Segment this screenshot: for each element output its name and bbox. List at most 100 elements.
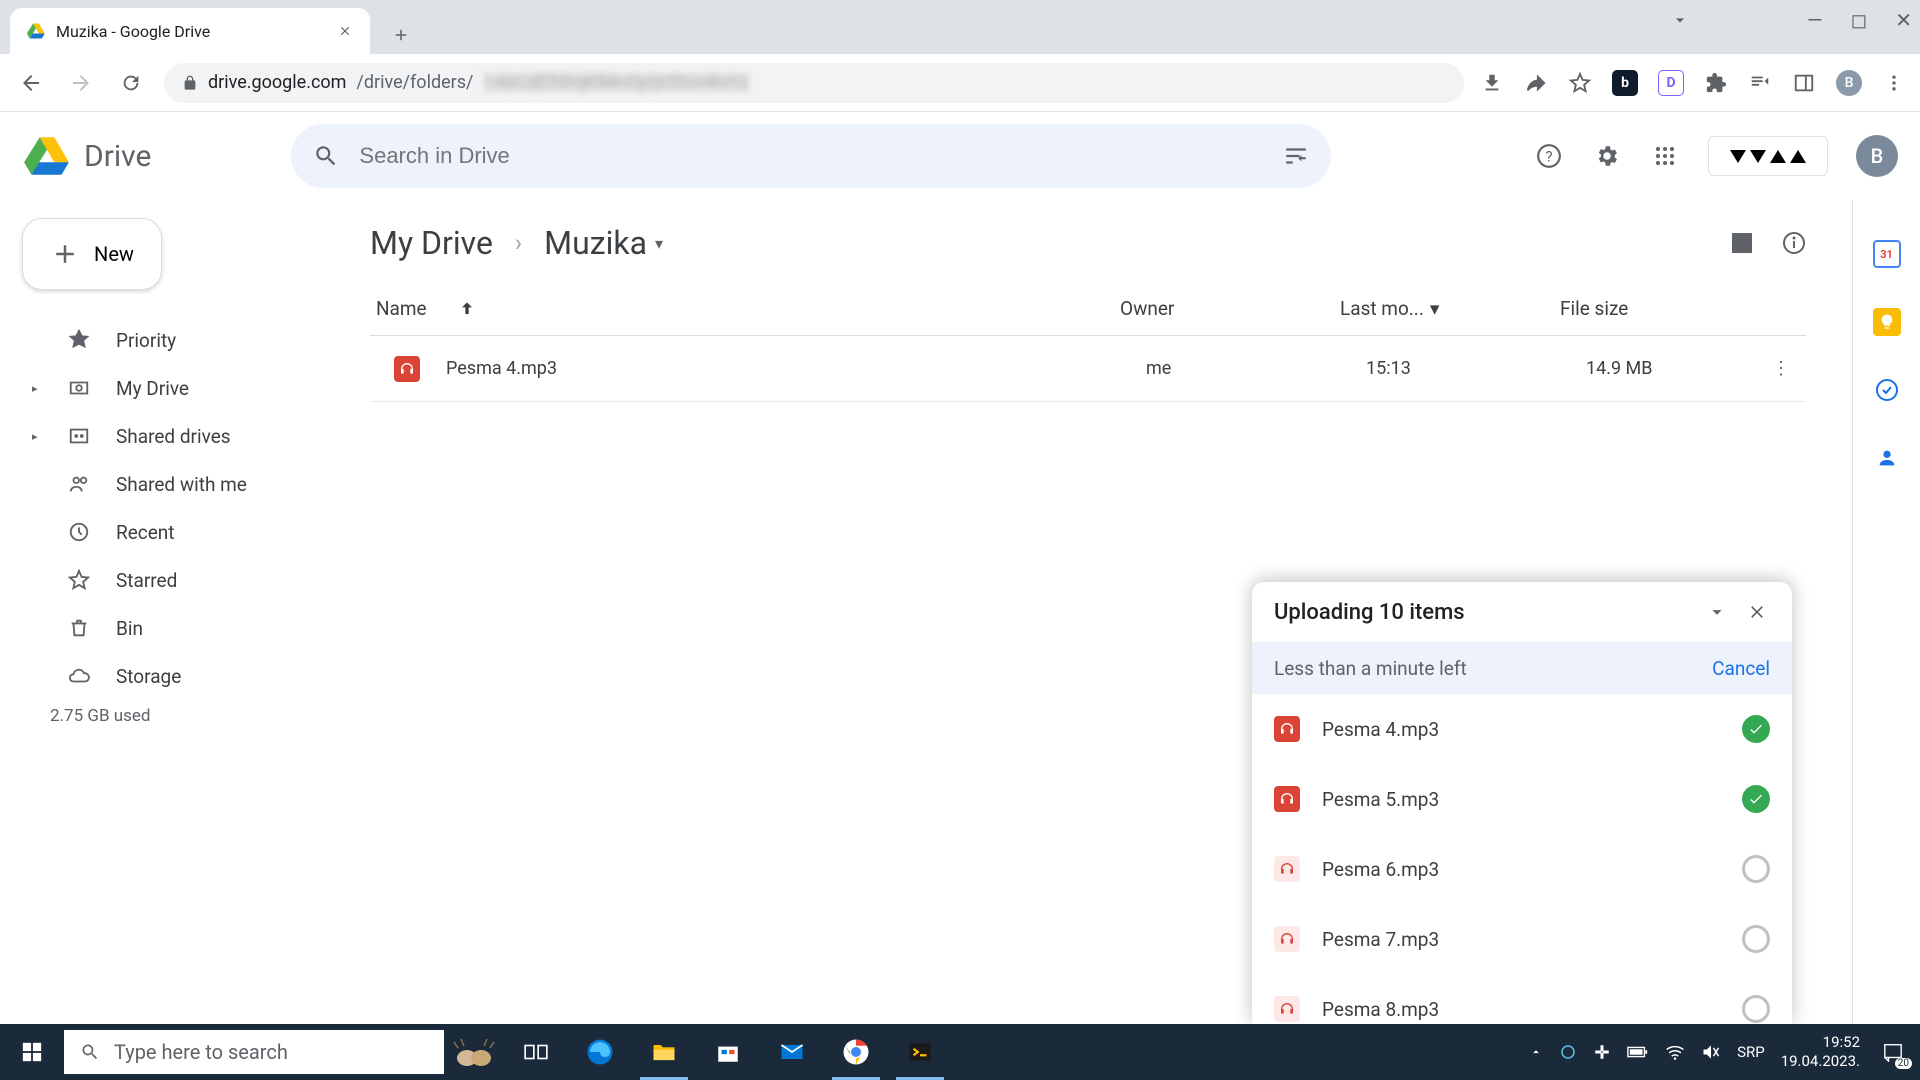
tray-volume-icon[interactable] [1701,1043,1721,1061]
contacts-addon-icon[interactable] [1873,444,1901,472]
sidebar-item-recent[interactable]: Recent [16,508,344,556]
recent-icon [66,521,92,543]
taskbar-terminal-icon[interactable] [888,1024,952,1080]
settings-gear-icon[interactable] [1592,141,1622,171]
reading-list-icon[interactable] [1748,71,1772,95]
tray-battery-icon[interactable] [1627,1045,1649,1059]
breadcrumb-root[interactable]: My Drive [370,224,493,262]
drive-favicon-icon [26,21,46,41]
nav-forward-icon [64,66,98,100]
taskbar-store-icon[interactable] [696,1024,760,1080]
taskbar-search-placeholder: Type here to search [114,1040,288,1064]
tabs-dropdown-icon[interactable] [1670,10,1690,30]
taskbar-search[interactable]: Type here to search [64,1030,444,1074]
upload-item[interactable]: Pesma 8.mp3 [1252,974,1792,1024]
keep-addon-icon[interactable] [1873,308,1901,336]
sidebar-item-storage[interactable]: Storage [16,652,344,700]
taskbar-edge-icon[interactable] [568,1024,632,1080]
sidebar-item-shared-with-me[interactable]: Shared with me [16,460,344,508]
upload-item[interactable]: Pesma 4.mp3 [1252,694,1792,764]
tab-close-icon[interactable] [336,22,354,40]
taskbar-explorer-icon[interactable] [632,1024,696,1080]
tray-sync-icon[interactable] [1559,1043,1577,1061]
bookmark-star-icon[interactable] [1568,71,1592,95]
task-view-icon[interactable] [504,1024,568,1080]
upload-success-icon [1742,715,1770,743]
taskbar-mail-icon[interactable] [760,1024,824,1080]
extensions-puzzle-icon[interactable] [1704,71,1728,95]
chrome-menu-icon[interactable] [1882,71,1906,95]
tray-slack-icon[interactable] [1593,1043,1611,1061]
expand-icon[interactable]: ▸ [32,382,42,395]
upload-eta: Less than a minute left [1274,657,1467,680]
browser-tab[interactable]: Muzika - Google Drive [10,8,370,54]
sidebar-item-bin[interactable]: Bin [16,604,344,652]
plus-icon [50,239,80,269]
search-bar[interactable] [291,124,1331,188]
tray-time: 19:52 [1781,1033,1860,1053]
google-account-avatar[interactable]: B [1856,135,1898,177]
upload-cancel-button[interactable]: Cancel [1712,657,1770,680]
extension-b-icon[interactable]: b [1612,70,1638,96]
col-size-label[interactable]: File size [1560,297,1730,320]
list-header: Name Owner Last mo... ▾ File size [370,282,1806,336]
expand-icon[interactable]: ▸ [32,430,42,443]
grid-view-icon[interactable] [1730,231,1754,255]
nav-label: Starred [116,569,177,592]
sort-arrow-icon[interactable] [457,299,477,319]
search-options-icon[interactable] [1283,143,1309,169]
share-icon[interactable] [1524,71,1548,95]
tasks-addon-icon[interactable] [1873,376,1901,404]
window-close-icon[interactable]: ✕ [1895,8,1912,32]
tray-language[interactable]: SRP [1737,1043,1765,1061]
breadcrumb-current-label: Muzika [544,224,647,262]
support-icon[interactable]: ? [1534,141,1564,171]
sidebar-item-starred[interactable]: Starred [16,556,344,604]
col-modified-label[interactable]: Last mo... [1340,297,1424,320]
upload-item[interactable]: Pesma 7.mp3 [1252,904,1792,974]
search-input[interactable] [359,143,1263,169]
chevron-down-icon[interactable]: ▾ [1430,297,1440,320]
upload-close-icon[interactable] [1744,602,1770,622]
drive-logo[interactable]: Drive [22,131,151,181]
sidebar-item-shared-drives[interactable]: ▸ Shared drives [16,412,344,460]
upload-minimize-icon[interactable] [1704,601,1730,623]
tray-notifications-icon[interactable]: 20 [1876,1037,1910,1067]
new-tab-button[interactable] [382,16,420,54]
tray-datetime[interactable]: 19:52 19.04.2023. [1781,1033,1860,1072]
sidebar-item-my-drive[interactable]: ▸ My Drive [16,364,344,412]
tray-wifi-icon[interactable] [1665,1044,1685,1060]
install-app-icon[interactable] [1480,71,1504,95]
taskbar-chrome-icon[interactable] [824,1024,888,1080]
file-owner: me [1146,358,1366,379]
chevron-right-icon: › [515,229,522,257]
upload-item[interactable]: Pesma 5.mp3 [1252,764,1792,834]
window-maximize-icon[interactable]: ◻ [1851,8,1868,32]
new-button[interactable]: New [22,218,162,290]
col-owner-label[interactable]: Owner [1120,297,1340,320]
sidebar-item-priority[interactable]: Priority [16,316,344,364]
svg-text:?: ? [1545,147,1552,165]
nav-reload-icon[interactable] [114,66,148,100]
col-name-label[interactable]: Name [376,297,427,320]
address-bar[interactable]: drive.google.com/drive/folders/1AbCdEfGh… [164,63,1464,103]
tray-expand-icon[interactable] [1529,1045,1543,1059]
breadcrumb-current[interactable]: Muzika ▾ [544,224,663,262]
file-more-icon[interactable]: ⋮ [1756,358,1806,379]
nav-back-icon[interactable] [14,66,48,100]
nav-label: Shared drives [116,425,231,448]
window-minimize-icon[interactable]: — [1807,8,1823,32]
priority-icon [66,329,92,351]
audio-file-icon [1274,926,1300,952]
chrome-profile-avatar[interactable]: B [1836,70,1862,96]
details-info-icon[interactable] [1782,231,1806,255]
start-button[interactable] [0,1024,64,1080]
calendar-addon-icon[interactable]: 31 [1873,240,1901,268]
extension-d-icon[interactable]: D [1658,70,1684,96]
google-apps-icon[interactable] [1650,141,1680,171]
news-widget-icon[interactable] [444,1032,504,1072]
side-panel-icon[interactable] [1792,71,1816,95]
file-row[interactable]: Pesma 4.mp3 me 15:13 14.9 MB ⋮ [370,336,1806,402]
upload-item[interactable]: Pesma 6.mp3 [1252,834,1792,904]
nav-label: Recent [116,521,175,544]
